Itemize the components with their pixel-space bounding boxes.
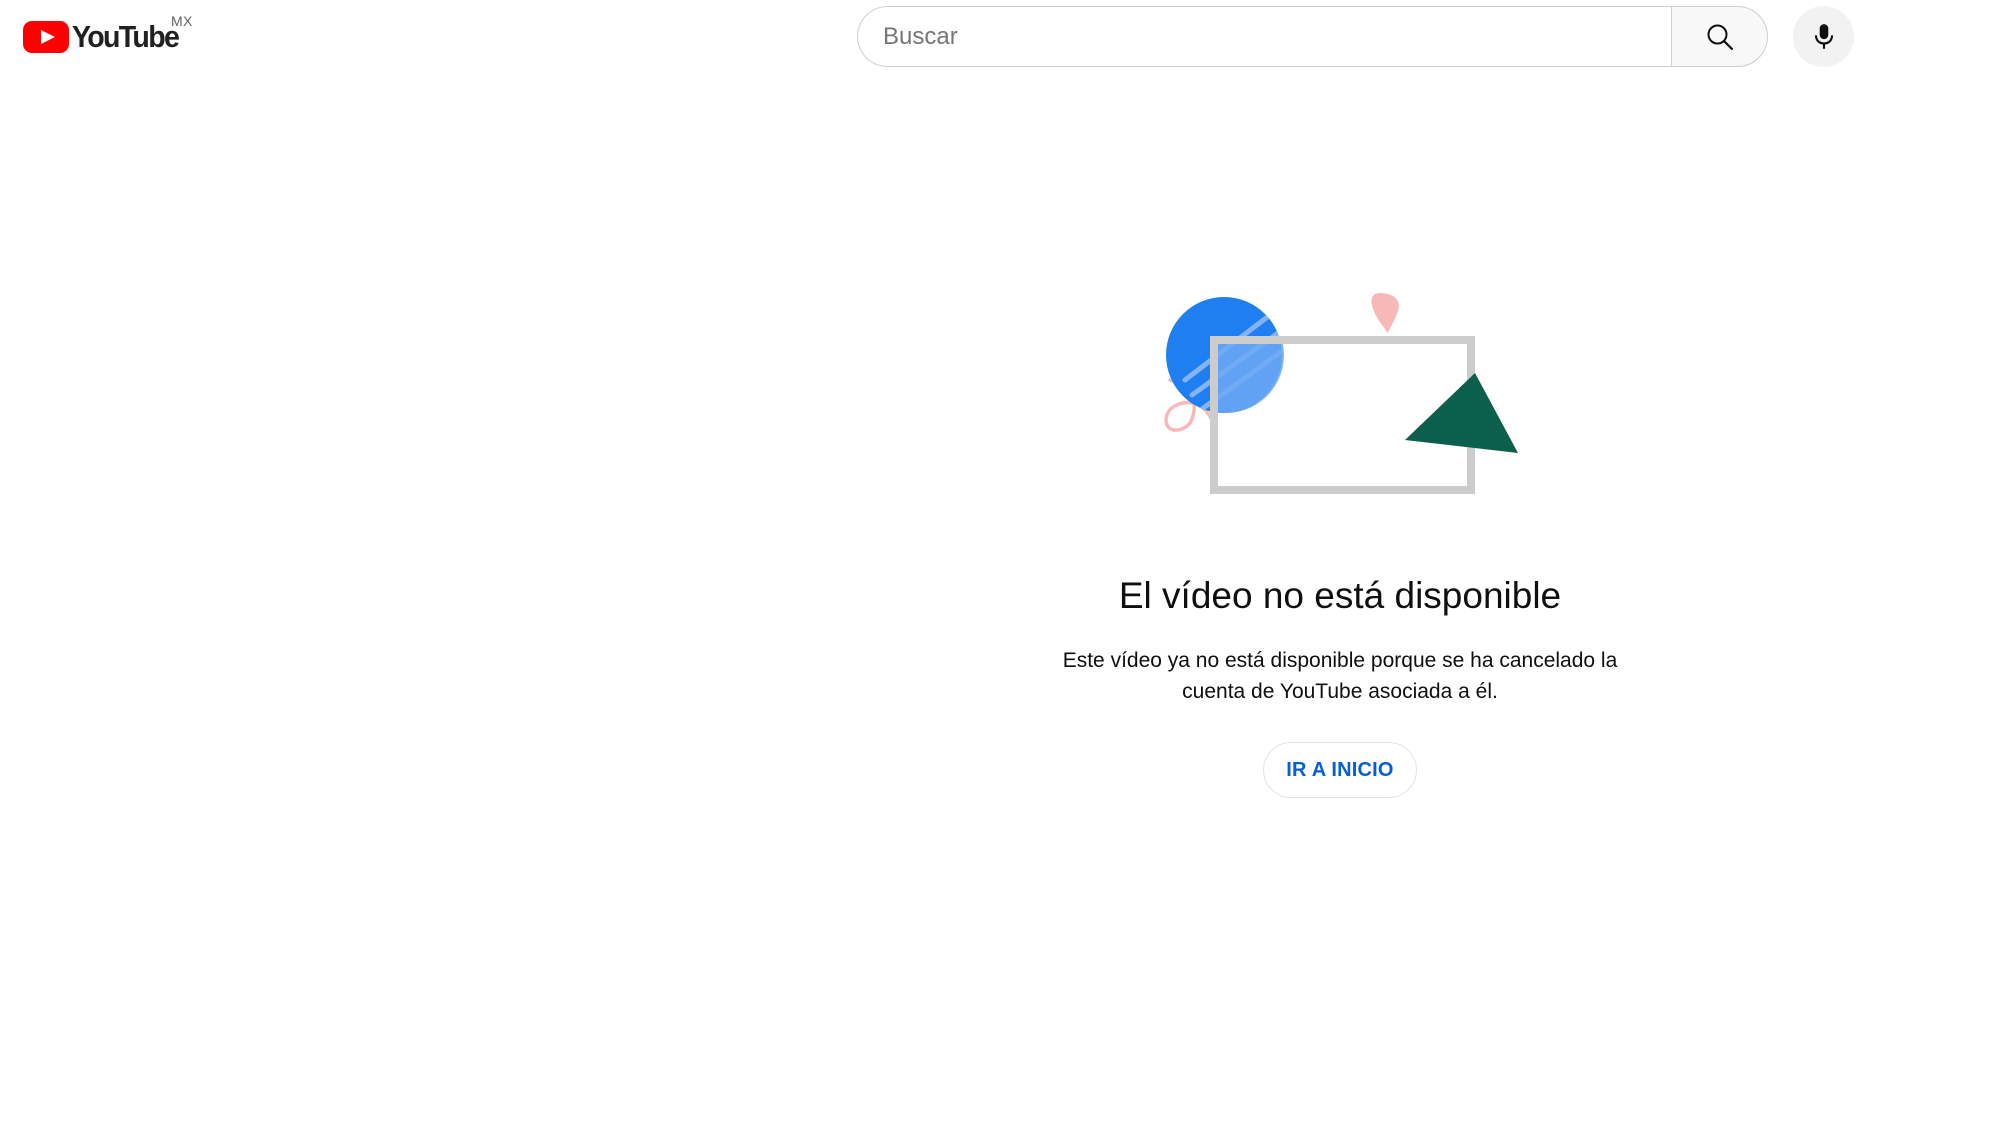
error-title: El vídeo no está disponible (1118, 575, 1562, 616)
page: YouTube MX Buscar El vídeo no está dispo… (0, 0, 2016, 1136)
search-icon (1707, 24, 1733, 50)
error-message: Este vídeo ya no está disponible porque … (1062, 649, 1618, 703)
search-input[interactable] (883, 22, 1671, 51)
microphone-icon (1814, 23, 1833, 49)
search-box (857, 6, 1671, 67)
region-code: MX (171, 13, 193, 29)
youtube-play-icon (23, 21, 69, 53)
logo-wordmark: YouTube (72, 19, 180, 54)
broken-video-illustration (1164, 293, 1518, 494)
voice-search-button[interactable] (1793, 6, 1854, 67)
youtube-logo[interactable]: YouTube (23, 17, 187, 57)
go-home-button[interactable]: IR A INICIO (1263, 742, 1417, 798)
search-button[interactable] (1671, 6, 1768, 67)
